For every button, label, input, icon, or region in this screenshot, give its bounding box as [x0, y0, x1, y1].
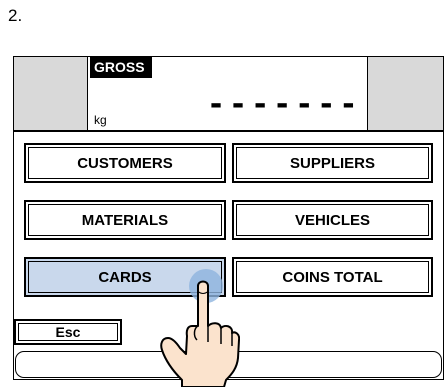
vehicles-button[interactable]: VEHICLES — [232, 200, 433, 240]
step-number: 2. — [8, 6, 23, 25]
materials-button[interactable]: MATERIALS — [24, 200, 226, 240]
esc-button[interactable]: Esc — [14, 319, 122, 345]
customers-button[interactable]: CUSTOMERS — [24, 143, 226, 183]
unit-label: kg — [94, 113, 107, 127]
suppliers-button[interactable]: SUPPLIERS — [232, 143, 433, 183]
coins-total-button[interactable]: COINS TOTAL — [232, 257, 433, 297]
display-right-panel — [367, 57, 443, 130]
hand-pointer-icon — [160, 280, 240, 387]
weight-value: ------- — [207, 87, 362, 122]
gross-label: GROSS — [90, 57, 152, 78]
display-left-panel — [14, 57, 88, 130]
weight-display: GROSS kg ------- — [14, 57, 443, 132]
